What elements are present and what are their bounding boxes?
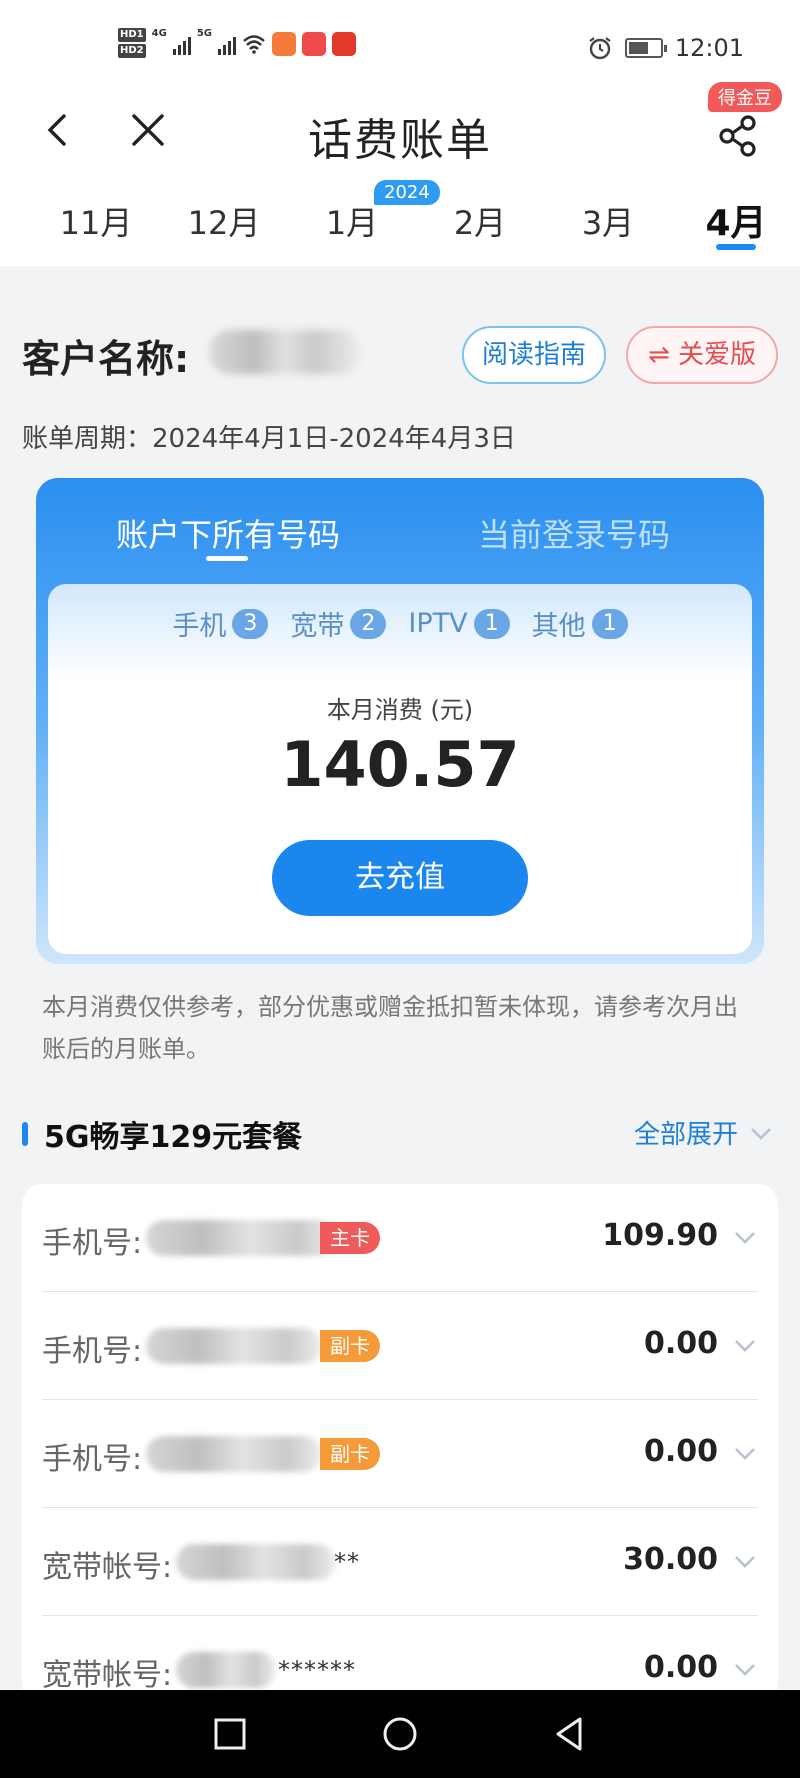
card-tab-indicator — [206, 556, 248, 561]
sub-card-tag: 副卡 — [320, 1330, 380, 1362]
consumption-note: 本月消费仅供参考，部分优惠或赠金抵扣暂未体现，请参考次月出账后的月账单。 — [42, 993, 738, 1063]
section-marker — [22, 1122, 28, 1146]
back-nav-icon[interactable] — [548, 1712, 592, 1756]
clock: 12:01 — [674, 34, 744, 62]
account-mask: ** — [334, 1548, 360, 1576]
app-icon — [271, 32, 296, 56]
row-amount: 0.00 — [643, 1434, 718, 1469]
count-mobile: 手机 3 — [172, 604, 269, 643]
main-card-tag: 主卡 — [320, 1222, 380, 1254]
list-item[interactable]: 手机号: 副卡 0.00 — [42, 1292, 758, 1400]
status-bar: HD1 HD2 4G 5G 12:01 — [0, 0, 800, 90]
customer-name-label: 客户名称: — [22, 337, 190, 381]
coin-badge[interactable]: 得金豆 — [708, 82, 782, 112]
account-redacted — [176, 1652, 276, 1688]
row-amount: 0.00 — [643, 1650, 718, 1685]
row-amount: 0.00 — [643, 1326, 718, 1361]
number-list: 手机号: 主卡 109.90 手机号: 副卡 0.00 手机号: 副卡 0.00… — [22, 1184, 778, 1704]
hd-indicator: HD1 HD2 — [118, 28, 146, 58]
chevron-down-icon — [735, 1232, 755, 1244]
count-broadband: 宽带 2 — [290, 604, 387, 643]
recharge-button[interactable]: 去充值 — [272, 840, 528, 916]
wifi-icon — [243, 35, 265, 54]
signal-icon — [217, 33, 236, 55]
app-icon — [301, 32, 326, 56]
month-consumption-label: 本月消费 (元) — [326, 696, 474, 724]
number-redacted — [146, 1328, 322, 1364]
expand-all-button[interactable]: 全部展开 — [634, 1114, 774, 1151]
count-other: 其他 1 — [532, 604, 628, 643]
row-amount: 109.90 — [602, 1218, 718, 1253]
tab-month[interactable]: 11月 — [46, 198, 146, 244]
chevron-down-icon — [735, 1664, 755, 1676]
package-title: 5G畅享129元套餐 — [44, 1120, 303, 1155]
tab-month[interactable]: 12月 — [174, 198, 274, 244]
year-badge: 2024 — [374, 180, 440, 205]
list-item[interactable]: 手机号: 主卡 109.90 — [42, 1184, 758, 1292]
list-item[interactable]: 手机号: 副卡 0.00 — [42, 1400, 758, 1508]
list-item[interactable]: 宽带帐号: ** 30.00 — [42, 1508, 758, 1616]
consumption-amount: 140.57 — [280, 728, 520, 801]
tab-month-active[interactable]: 4月 — [686, 194, 786, 246]
battery-icon — [624, 38, 667, 58]
row-amount: 30.00 — [623, 1542, 718, 1577]
tab-month[interactable]: 2月 — [430, 198, 530, 244]
account-redacted — [176, 1544, 336, 1580]
sub-card-tag: 副卡 — [320, 1438, 380, 1470]
alarm-icon — [589, 37, 611, 60]
count-iptv: IPTV 1 — [408, 604, 510, 643]
number-redacted — [146, 1436, 322, 1472]
tab-all-numbers[interactable]: 账户下所有号码 — [116, 510, 340, 556]
header: 话费账单 得金豆 11月 12月 1月 2月 3月 4月 2024 — [0, 82, 800, 266]
consumption-panel: 手机 3 宽带 2 IPTV 1 其他 1 本月消费 (元) 140.57 去充值 — [48, 584, 752, 954]
network-type-5g: 5G — [196, 28, 212, 39]
signal-icon — [172, 33, 191, 55]
month-tabs: 11月 12月 1月 2月 3月 4月 2024 — [0, 180, 800, 256]
customer-name-redacted — [210, 330, 360, 374]
bill-period: 账单周期：2024年4月1日-2024年4月3日 — [22, 424, 516, 454]
active-tab-indicator — [716, 244, 756, 250]
expand-all-label: 全部展开 — [633, 1120, 738, 1150]
account-mask: ****** — [278, 1656, 356, 1684]
network-type-4g: 4G — [151, 28, 167, 39]
chevron-down-icon — [751, 1127, 771, 1140]
share-icon[interactable] — [716, 114, 760, 158]
tab-current-number[interactable]: 当前登录号码 — [478, 510, 670, 556]
consumption-card: 账户下所有号码 当前登录号码 手机 3 宽带 2 IPTV 1 其他 1 本月消费 (元… — [36, 478, 764, 964]
chevron-down-icon — [735, 1556, 755, 1568]
page-title: 话费账单 — [308, 115, 492, 166]
tab-month[interactable]: 3月 — [558, 198, 658, 244]
service-counts: 手机 3 宽带 2 IPTV 1 其他 1 — [48, 604, 752, 643]
system-nav-bar — [0, 1690, 800, 1778]
care-mode-button[interactable]: ⇌ 关爱版 — [626, 326, 778, 384]
number-redacted — [146, 1220, 336, 1256]
chevron-down-icon — [735, 1448, 755, 1460]
recent-apps-icon[interactable] — [208, 1712, 252, 1756]
reading-guide-button[interactable]: 阅读指南 — [462, 326, 606, 384]
chevron-down-icon — [735, 1340, 755, 1352]
app-icon — [331, 32, 356, 56]
home-icon[interactable] — [378, 1712, 422, 1756]
